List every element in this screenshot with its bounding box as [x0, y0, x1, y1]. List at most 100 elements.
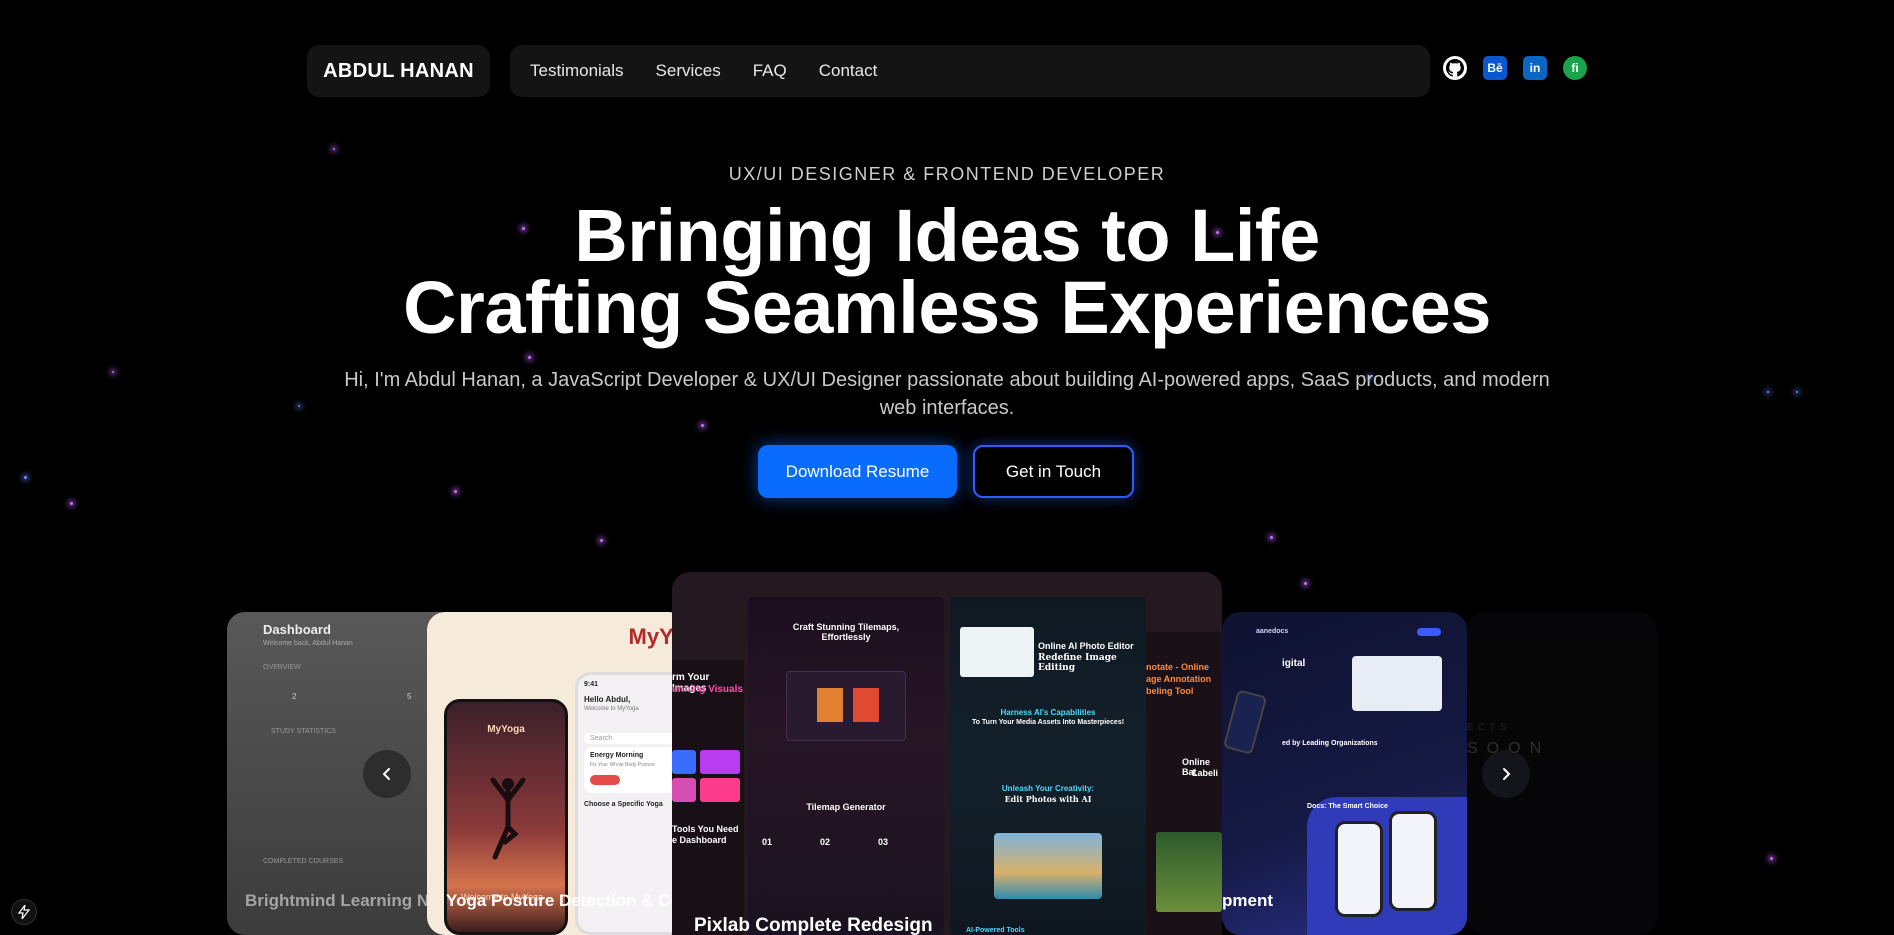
- screenshot-heading: igital: [1282, 658, 1306, 669]
- project-title: pment: [1222, 891, 1273, 910]
- side-text: e Dashboard: [672, 835, 727, 845]
- card-screenshot: Craft Stunning Tilemaps, Effortlessly Ti…: [748, 597, 944, 935]
- headline-line-1: Bringing Ideas to Life: [574, 194, 1320, 277]
- phone-search: Search: [584, 733, 684, 744]
- lightning-button[interactable]: [11, 899, 37, 925]
- card-screenshot: notate - Online age Annotation beling To…: [1146, 632, 1222, 935]
- side-text: age Annotation: [1146, 674, 1212, 684]
- screenshot-brand: aanedocs: [1256, 628, 1289, 635]
- screenshot-subtitle: Welcome back, Abdul Hanan: [263, 640, 353, 647]
- star-decoration: [70, 502, 73, 505]
- lightning-icon: [18, 905, 30, 919]
- screenshot-heading: Unleash Your Creativity:: [1001, 784, 1095, 793]
- nav-menu: Testimonials Services FAQ Contact: [510, 45, 1430, 97]
- nav-link-faq[interactable]: FAQ: [753, 61, 787, 81]
- side-text: notate - Online: [1146, 662, 1209, 672]
- overview-label: OVERVIEW: [263, 664, 301, 671]
- screenshot-text: Edit Photos with AI: [1004, 794, 1092, 804]
- carousel-next-button[interactable]: [1482, 750, 1530, 798]
- fiverr-icon[interactable]: fi: [1563, 56, 1587, 80]
- social-links: Bē in fi: [1443, 56, 1587, 80]
- get-in-touch-button[interactable]: Get in Touch: [973, 445, 1134, 498]
- step-number: 03: [878, 837, 889, 847]
- step-number: 02: [820, 837, 831, 847]
- phone-mockup: [1335, 821, 1383, 917]
- hero-eyebrow: UX/UI DESIGNER & FRONTEND DEVELOPER: [728, 164, 1166, 184]
- nav-link-testimonials[interactable]: Testimonials: [530, 61, 624, 81]
- thumb: [853, 688, 879, 722]
- phone-time: 9:41: [584, 681, 599, 688]
- phone-brand: MyYoga: [487, 724, 525, 735]
- project-card-docs[interactable]: aanedocs igital ed by Leading Organizati…: [1222, 612, 1467, 935]
- download-resume-button[interactable]: Download Resume: [758, 445, 957, 498]
- screenshot-heading: Online AI Photo Editor: [1038, 641, 1134, 651]
- screenshot-subheading: Redefine Image Editing: [1038, 653, 1117, 673]
- star-decoration: [112, 371, 114, 373]
- stat-value: 5: [407, 692, 412, 701]
- yoga-figure-icon: [490, 777, 526, 860]
- phone-greeting: Hello Abdul,: [584, 695, 631, 704]
- nav-link-services[interactable]: Services: [656, 61, 721, 81]
- nav-link-contact[interactable]: Contact: [819, 61, 878, 81]
- project-carousel: Dashboard Welcome back, Abdul Hanan OVER…: [0, 572, 1894, 935]
- star-decoration: [24, 476, 27, 479]
- screenshot-text: ed by Leading Organizations: [1282, 740, 1378, 747]
- energy-title: Energy Morning: [590, 752, 644, 759]
- star-decoration: [600, 539, 603, 542]
- laptop-mockup: [1352, 656, 1442, 711]
- github-icon[interactable]: [1443, 56, 1467, 80]
- star-decoration: [701, 424, 704, 427]
- feature-panel: Docs: The Smart Choice: [1307, 797, 1467, 935]
- screenshot-text: Docs: The Smart Choice: [1307, 803, 1388, 810]
- project-title: Yoga Posture Detection & Cor: [446, 891, 687, 910]
- side-text: beling Tool: [1146, 686, 1194, 696]
- cta-pill: [1417, 628, 1441, 636]
- phone-welcome-text: Welcome to MyYoga: [584, 706, 639, 712]
- thumb: [700, 778, 740, 802]
- star-decoration: [1270, 536, 1273, 539]
- screenshot-text: To Turn Your Media Assets Into Masterpie…: [971, 719, 1125, 726]
- card-screenshot: Online AI Photo Editor Redefine Image Ed…: [950, 597, 1146, 935]
- choose-yoga: Choose a Specific Yoga: [584, 801, 663, 808]
- star-decoration: [454, 490, 457, 493]
- star-decoration: [528, 356, 531, 359]
- preview-box: [960, 627, 1034, 677]
- top-navigation: ABDUL HANAN Testimonials Services FAQ Co…: [307, 45, 1587, 97]
- star-decoration: [298, 405, 300, 407]
- headline-line-2: Crafting Seamless Experiences: [403, 266, 1491, 349]
- stat-value: 2: [292, 692, 297, 701]
- hero-headline: Bringing Ideas to Life Crafting Seamless…: [0, 199, 1894, 345]
- project-card-myyoga[interactable]: MyYog MyYoga Welcome to MyYoga 9:41 Hell…: [427, 612, 687, 935]
- coming-soon-small: ECTS: [1467, 722, 1512, 732]
- chevron-right-icon: [1503, 768, 1511, 780]
- phone-mockup: [1389, 811, 1437, 911]
- screenshot-heading: Craft Stunning Tilemaps, Effortlessly: [792, 622, 900, 642]
- carousel-prev-button[interactable]: [363, 750, 411, 798]
- brand-logo[interactable]: ABDUL HANAN: [307, 45, 490, 97]
- project-card-pixlab[interactable]: rm Your Images unning Visuals Tools You …: [672, 572, 1222, 935]
- side-text: Labeli: [1192, 768, 1219, 778]
- behance-icon[interactable]: Bē: [1483, 56, 1507, 80]
- completed-courses-label: COMPLETED COURSES: [263, 858, 344, 865]
- screenshot-text: AI-Powered Tools: [966, 927, 1025, 934]
- card-screenshot: rm Your Images unning Visuals Tools You …: [672, 660, 744, 935]
- study-stats-label: STUDY STATISTICS: [271, 728, 336, 735]
- thumb: [672, 750, 696, 774]
- star-decoration: [333, 148, 335, 150]
- phone-mockup: [1222, 689, 1268, 755]
- preview-image: [994, 833, 1102, 899]
- linkedin-icon[interactable]: in: [1523, 56, 1547, 80]
- hero-subtitle: Hi, I'm Abdul Hanan, a JavaScript Develo…: [344, 369, 1550, 419]
- project-title: Brightmind Learning Ne: [245, 891, 439, 910]
- thumb: [817, 688, 843, 722]
- energy-sub: Fix Your Whole Body Posture: [590, 762, 656, 768]
- side-text: unning Visuals: [672, 684, 743, 695]
- chevron-left-icon: [382, 768, 390, 780]
- preview-box: [786, 671, 906, 741]
- screenshot-heading: Harness AI's Capabilities: [1000, 708, 1096, 717]
- preview-image: [1156, 832, 1222, 912]
- star-decoration: [1796, 391, 1798, 393]
- screenshot-title: Dashboard: [263, 622, 331, 637]
- start-pill: [590, 775, 620, 785]
- thumb: [700, 750, 740, 774]
